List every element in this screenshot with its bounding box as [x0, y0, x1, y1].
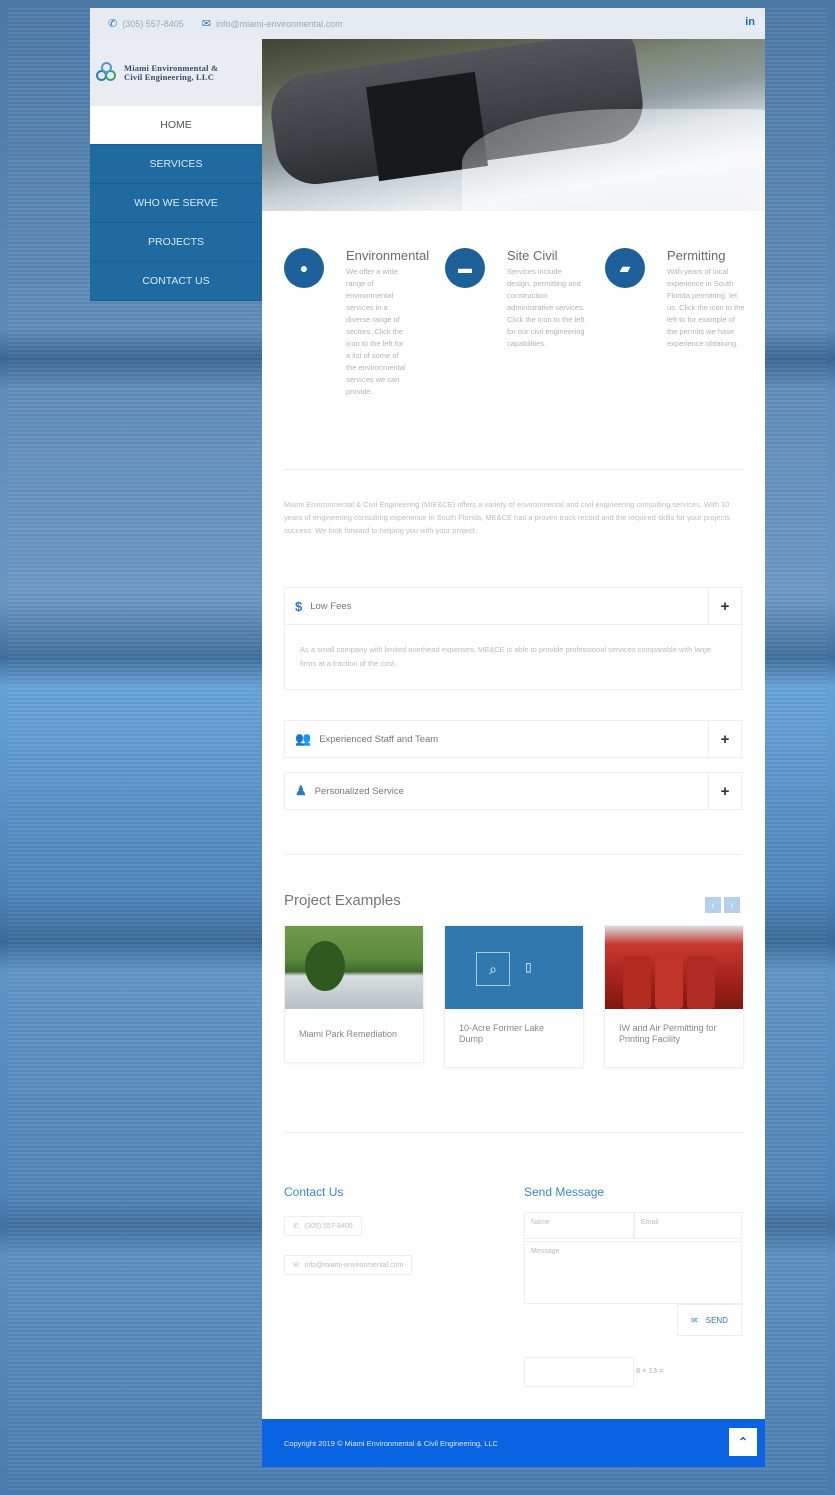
- nav-item-services[interactable]: SERVICES: [90, 145, 262, 184]
- nav-item-contact-us[interactable]: CONTACT US: [90, 262, 262, 301]
- project-caption: 10-Acre Former Lake Dump: [459, 1023, 545, 1044]
- accordion-header[interactable]: $ Low Fees +: [285, 588, 741, 624]
- feature-title: Permitting: [667, 248, 726, 263]
- nav-item-projects[interactable]: PROJECTS: [90, 223, 262, 262]
- contact-email[interactable]: ✉ info@miami-environmental.com: [284, 1255, 413, 1275]
- barrel-shape: [623, 956, 651, 1009]
- feature-text: We offer a wide range of environmental s…: [346, 267, 406, 396]
- main-nav: HOME SERVICES WHO WE SERVE PROJECTS CONT…: [90, 106, 262, 301]
- project-card[interactable]: ⌕ ▯ 10-Acre Former Lake Dump: [444, 925, 584, 1068]
- accordion-experienced-staff: 👥 Experienced Staff and Team +: [284, 720, 742, 758]
- contact-email-text: info@miami-environmental.com: [304, 1261, 404, 1269]
- project-caption: Miami Park Remediation: [299, 1029, 398, 1039]
- envelope-icon: ✉: [691, 1315, 698, 1325]
- message-input[interactable]: Message: [524, 1241, 742, 1304]
- send-message-title: Send Message: [524, 1185, 605, 1199]
- top-email[interactable]: ✉ info@miami-environmental.com: [202, 17, 343, 30]
- email-input[interactable]: Email: [634, 1212, 742, 1239]
- divider: [284, 1132, 742, 1133]
- chevron-up-icon: ⌃: [737, 1435, 749, 1449]
- accordion-title: Personalized Service: [314, 785, 404, 797]
- project-card[interactable]: IW and Air Permitting for Printing Facil…: [604, 925, 744, 1068]
- linkedin-icon[interactable]: in: [745, 16, 755, 28]
- top-phone-text: (305) 557-8405: [122, 18, 184, 29]
- project-caption: IW and Air Permitting for Printing Facil…: [619, 1023, 717, 1044]
- contact-title: Contact Us: [284, 1185, 344, 1199]
- mail-icon: ✉: [201, 18, 211, 30]
- nav-item-home[interactable]: HOME: [90, 106, 262, 145]
- accordion-header[interactable]: 👥 Experienced Staff and Team +: [285, 721, 741, 757]
- send-button[interactable]: ✉ SEND: [677, 1304, 742, 1336]
- logo-mark-icon: [96, 61, 118, 84]
- phone-icon: ✆: [293, 1223, 299, 1230]
- carousel-controls: ‹ ›: [705, 897, 740, 913]
- accordion-title: Low Fees: [310, 600, 352, 612]
- accordion-body: As a small company with limited overhead…: [285, 624, 741, 689]
- contact-phone-text: (305) 557-8405: [304, 1222, 353, 1230]
- feature-text: Services include design, permitting and …: [507, 267, 585, 348]
- logo-line-2: Civil Engineering, LLC: [124, 71, 215, 82]
- project-image: [605, 926, 743, 1009]
- mail-icon: ✉: [293, 1262, 299, 1269]
- users-icon: 👥: [295, 731, 312, 746]
- person-icon: ♟: [295, 783, 307, 798]
- logo-text: Miami Environmental & Civil Engineering,…: [124, 63, 218, 82]
- copyright-text: Copyright 2019 © Miami Environmental & C…: [284, 1438, 498, 1448]
- project-image: [285, 926, 423, 1009]
- top-phone[interactable]: ✆ (305) 557-8405: [108, 17, 184, 30]
- document-icon[interactable]: ▰: [605, 248, 645, 288]
- contact-phone[interactable]: ✆ (305) 557-8405: [284, 1216, 362, 1236]
- file-icon[interactable]: ▯: [525, 960, 532, 974]
- globe-icon[interactable]: ●: [284, 248, 324, 288]
- project-card[interactable]: Miami Park Remediation: [284, 925, 424, 1063]
- project-image: ⌕ ▯: [445, 926, 583, 1009]
- tree-shape: [305, 941, 345, 991]
- barrel-shape: [655, 956, 683, 1009]
- main-content: ● Environmental We offer a wide range of…: [262, 211, 765, 1419]
- name-input[interactable]: Name: [524, 1212, 634, 1239]
- plus-icon[interactable]: +: [708, 773, 741, 809]
- projects-title: Project Examples: [284, 892, 401, 909]
- dollar-icon: $: [295, 598, 303, 614]
- feature-title: Environmental: [346, 248, 430, 263]
- divider: [284, 854, 742, 855]
- top-email-text: info@miami-environmental.com: [215, 18, 343, 29]
- plus-icon[interactable]: +: [708, 721, 741, 757]
- briefcase-icon[interactable]: ▬: [445, 248, 485, 288]
- site-footer: Copyright 2019 © Miami Environmental & C…: [262, 1419, 765, 1467]
- feature-title: Site Civil: [507, 248, 558, 263]
- zoom-icon[interactable]: ⌕: [476, 952, 510, 986]
- captcha-input[interactable]: [524, 1357, 634, 1387]
- accordion-low-fees: $ Low Fees + As a small company with lim…: [284, 587, 742, 690]
- hero-water: [462, 109, 765, 211]
- send-button-label: SEND: [705, 1315, 728, 1325]
- accordion-personalized-service: ♟ Personalized Service +: [284, 772, 742, 810]
- divider: [284, 469, 742, 470]
- plus-icon[interactable]: +: [708, 588, 741, 624]
- captcha-label: 8 + 13 =: [636, 1366, 664, 1375]
- chevron-right-icon[interactable]: ›: [724, 897, 740, 913]
- phone-icon: ✆: [108, 18, 118, 30]
- nav-item-who-we-serve[interactable]: WHO WE SERVE: [90, 184, 262, 223]
- top-info-bar: ✆ (305) 557-8405 ✉ info@miami-environmen…: [90, 8, 765, 39]
- feature-text: With years of local experience in South …: [667, 267, 745, 348]
- accordion-header[interactable]: ♟ Personalized Service +: [285, 773, 741, 809]
- hero-image: [262, 39, 765, 211]
- chevron-left-icon[interactable]: ‹: [705, 897, 721, 913]
- accordion-title: Experienced Staff and Team: [319, 733, 439, 745]
- intro-text: Miami Environmental & Civil Engineering …: [284, 500, 731, 535]
- site-logo[interactable]: Miami Environmental & Civil Engineering,…: [90, 39, 262, 106]
- back-to-top-button[interactable]: ⌃: [729, 1428, 757, 1456]
- barrel-shape: [687, 956, 715, 1009]
